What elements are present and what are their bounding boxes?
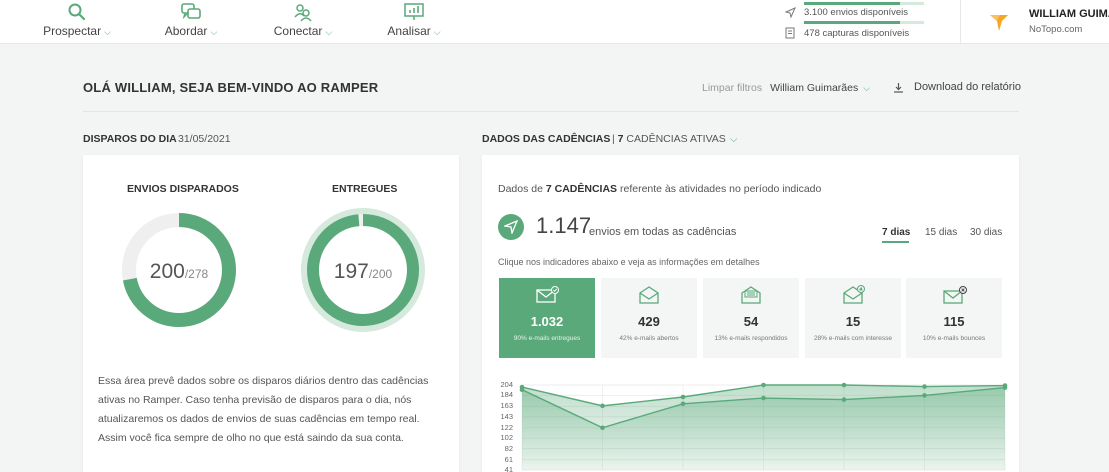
- data-point: [841, 382, 847, 388]
- data-point: [680, 401, 686, 407]
- data-point: [1002, 385, 1008, 390]
- data-point: [600, 425, 605, 431]
- data-point: [841, 397, 847, 402]
- data-point: [761, 395, 766, 401]
- data-point: [922, 384, 927, 389]
- sends-area-chart: [519, 382, 1008, 471]
- data-point: [680, 394, 686, 400]
- data-point: [600, 403, 605, 409]
- data-point: [922, 393, 927, 398]
- data-point: [761, 382, 766, 388]
- data-point: [519, 387, 525, 392]
